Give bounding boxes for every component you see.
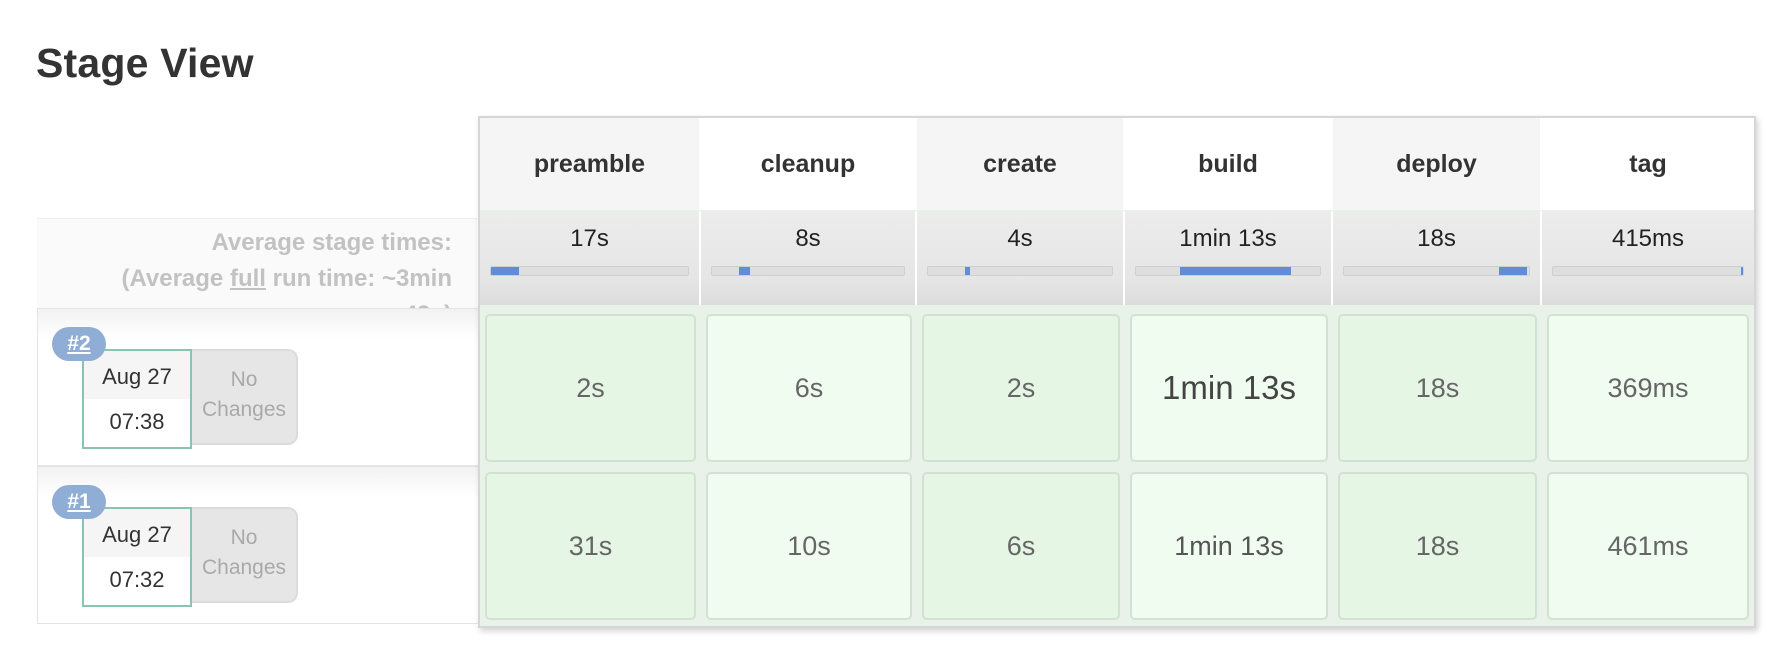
stage-average-time: 8s <box>795 225 821 252</box>
changes-button[interactable]: No Changes <box>190 349 298 445</box>
stage-average-bar-fill <box>738 267 751 275</box>
stage-average-bar-fill <box>1741 267 1743 275</box>
average-full-link: full <box>229 265 266 292</box>
stage-average-time: 18s <box>1417 225 1456 252</box>
average-line2-prefix: (Average <box>121 265 230 292</box>
stage-average-time: 4s <box>1007 225 1033 252</box>
stage-column-build: build 1min 13s 1min 13s 1min 13s <box>1125 118 1333 626</box>
stage-cell[interactable]: 1min 13s <box>1130 472 1328 620</box>
stage-average: 18s <box>1333 211 1542 305</box>
stage-cell[interactable]: 18s <box>1338 314 1537 462</box>
stage-header-cleanup[interactable]: cleanup <box>701 118 917 210</box>
stage-average-time: 415ms <box>1611 225 1685 252</box>
stage-cell[interactable]: 10s <box>706 472 912 620</box>
stage-cell[interactable]: 461ms <box>1547 472 1749 620</box>
stage-average-bar-fill <box>1499 267 1528 275</box>
build-row-1: #1 Aug 27 07:32 No Changes <box>37 466 480 624</box>
stage-column-create: create 4s 2s 6s <box>917 118 1125 626</box>
stage-header-create[interactable]: create <box>917 118 1125 210</box>
stage-column-deploy: deploy 18s 18s 18s <box>1333 118 1542 626</box>
stage-average-bar <box>1343 266 1530 276</box>
stage-average: 17s <box>480 211 701 305</box>
average-line1: Average stage times: <box>211 229 452 256</box>
stage-average: 415ms <box>1542 211 1754 305</box>
stage-header-preamble[interactable]: preamble <box>480 118 701 210</box>
average-line2-suffix: run time: ~3min <box>265 265 452 292</box>
build-time: 07:38 <box>109 409 165 434</box>
stage-cell[interactable]: 31s <box>485 472 696 620</box>
stage-table: preamble 17s 2s 31s cleanup 8s 6s 10s cr… <box>478 116 1756 628</box>
page-title: Stage View <box>36 40 254 86</box>
build-date: Aug 27 <box>84 509 190 557</box>
stage-cell[interactable]: 2s <box>922 314 1120 462</box>
stage-average: 8s <box>701 211 917 305</box>
stage-average-time: 1min 13s <box>1179 225 1277 252</box>
average-stage-times-label: Average stage times: (Average full run t… <box>37 218 477 328</box>
stage-average-bar <box>927 266 1113 276</box>
stage-header-deploy[interactable]: deploy <box>1333 118 1542 210</box>
build-time: 07:32 <box>109 567 165 592</box>
stage-cell[interactable]: 6s <box>922 472 1120 620</box>
build-number-badge[interactable]: #1 <box>52 485 106 519</box>
stage-average-bar <box>1135 266 1321 276</box>
build-date-box: Aug 27 07:38 <box>82 349 192 449</box>
stage-average: 1min 13s <box>1125 211 1333 305</box>
stage-average: 4s <box>917 211 1125 305</box>
stage-average-bar <box>711 266 905 276</box>
build-row-2: #2 Aug 27 07:38 No Changes <box>37 308 480 466</box>
stage-column-tag: tag 415ms 369ms 461ms <box>1542 118 1754 626</box>
build-number-badge[interactable]: #2 <box>52 327 106 361</box>
stage-average-bar <box>1552 266 1744 276</box>
stage-header-build[interactable]: build <box>1125 118 1333 210</box>
stage-cell[interactable]: 369ms <box>1547 314 1749 462</box>
stage-average-bar-fill <box>491 267 519 275</box>
stage-column-preamble: preamble 17s 2s 31s <box>480 118 701 626</box>
stage-cell[interactable]: 6s <box>706 314 912 462</box>
stage-column-cleanup: cleanup 8s 6s 10s <box>701 118 917 626</box>
stage-cell[interactable]: 2s <box>485 314 696 462</box>
stage-header-tag[interactable]: tag <box>1542 118 1754 210</box>
build-date-box: Aug 27 07:32 <box>82 507 192 607</box>
build-date: Aug 27 <box>84 351 190 399</box>
stage-average-bar-fill <box>1180 267 1291 275</box>
stage-average-bar-fill <box>964 267 971 275</box>
stage-average-time: 17s <box>570 225 609 252</box>
stage-view-page: Stage View Average stage times: (Average… <box>0 0 1776 668</box>
stage-cell[interactable]: 1min 13s <box>1130 314 1328 462</box>
stage-cell[interactable]: 18s <box>1338 472 1537 620</box>
stage-average-bar <box>490 266 689 276</box>
changes-button[interactable]: No Changes <box>190 507 298 603</box>
